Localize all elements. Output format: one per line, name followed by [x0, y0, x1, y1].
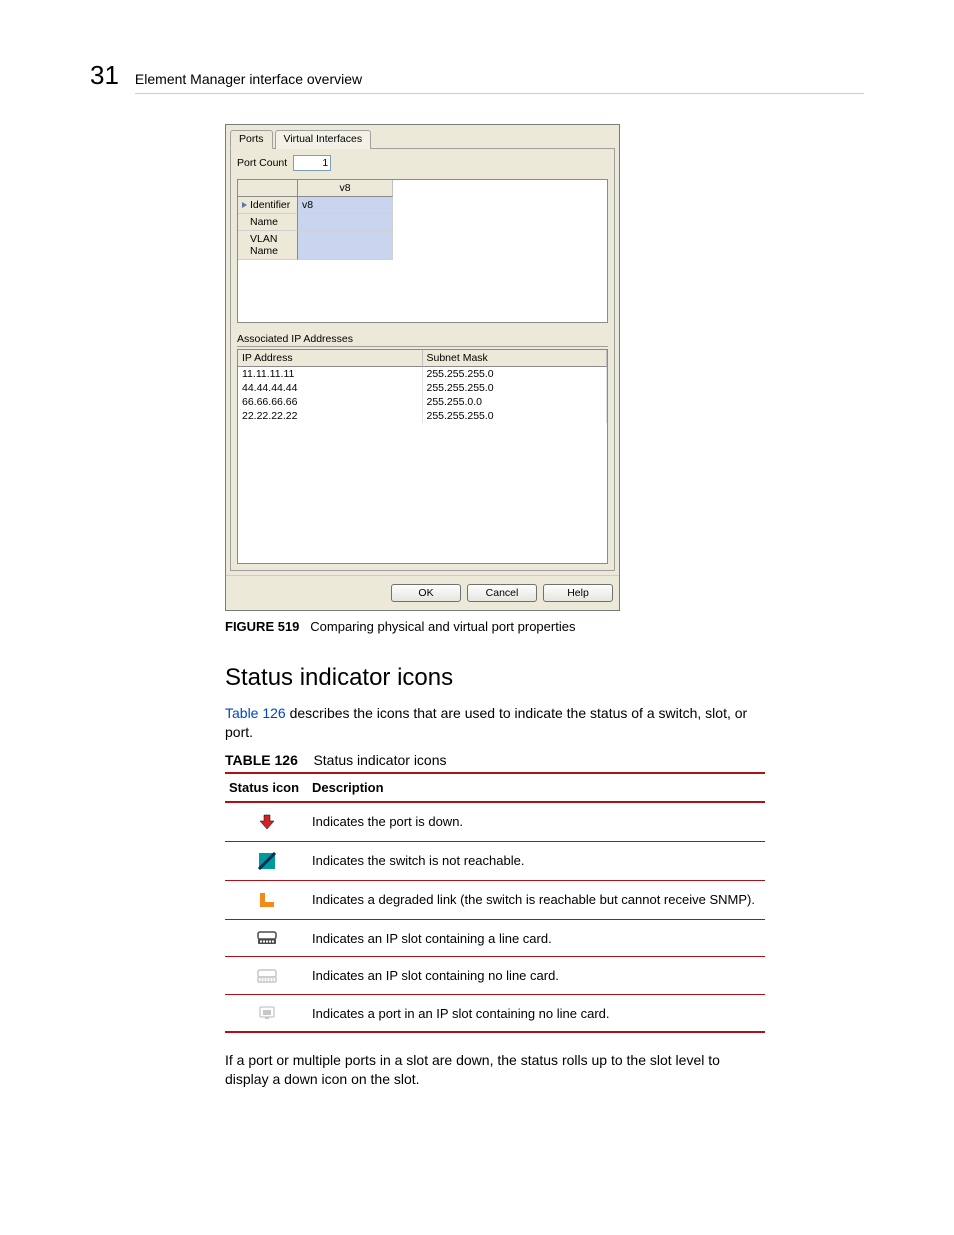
chapter-number: 31: [90, 60, 119, 91]
figure-label: FIGURE 519: [225, 619, 299, 634]
cancel-button[interactable]: Cancel: [467, 584, 537, 602]
help-button[interactable]: Help: [543, 584, 613, 602]
th-description: Description: [308, 773, 765, 802]
ip-cell[interactable]: 22.22.22.22: [238, 409, 423, 423]
mask-cell[interactable]: 255.255.0.0: [423, 395, 608, 409]
ok-button[interactable]: OK: [391, 584, 461, 602]
down-arrow-icon: [258, 813, 276, 831]
desc-cell: Indicates the switch is not reachable.: [308, 841, 765, 880]
figure-caption: Comparing physical and virtual port prop…: [310, 619, 575, 634]
tab-ports[interactable]: Ports: [230, 130, 273, 149]
ip-grid: IP Address Subnet Mask 11.11.11.11 255.2…: [237, 349, 608, 564]
row-val-vlan[interactable]: [298, 231, 393, 260]
associated-ip-title: Associated IP Addresses: [237, 333, 608, 347]
row-label-vlan: VLAN Name: [238, 231, 298, 260]
mask-cell[interactable]: 255.255.255.0: [423, 409, 608, 423]
status-icon-table: Status icon Description Indicates the po…: [225, 772, 765, 1034]
ip-cell[interactable]: 11.11.11.11: [238, 367, 423, 381]
ip-grid-head-mask[interactable]: Subnet Mask: [423, 350, 608, 367]
expand-icon[interactable]: [242, 202, 247, 208]
table-caption: Status indicator icons: [313, 752, 446, 768]
table-label: TABLE 126: [225, 752, 298, 768]
mask-cell[interactable]: 255.255.255.0: [423, 381, 608, 395]
row-val-name[interactable]: [298, 214, 393, 231]
port-no-line-card-icon: [258, 1005, 276, 1021]
outro-text: If a port or multiple ports in a slot ar…: [225, 1051, 765, 1089]
desc-cell: Indicates an IP slot containing a line c…: [308, 919, 765, 957]
ip-grid-head-ip[interactable]: IP Address: [238, 350, 423, 367]
th-status-icon: Status icon: [225, 773, 308, 802]
port-count-input[interactable]: [293, 155, 331, 171]
port-count-label: Port Count: [237, 157, 287, 169]
tab-virtual-interfaces[interactable]: Virtual Interfaces: [275, 130, 372, 149]
section-heading: Status indicator icons: [225, 664, 765, 692]
ip-cell[interactable]: 66.66.66.66: [238, 395, 423, 409]
slot-line-card-icon: [257, 930, 277, 946]
port-grid: v8 Identifier v8 Name VLAN Name: [237, 179, 608, 323]
row-label-identifier: Identifier: [250, 199, 290, 211]
table-link[interactable]: Table 126: [225, 705, 286, 721]
desc-cell: Indicates a port in an IP slot containin…: [308, 994, 765, 1032]
unreachable-icon: [258, 852, 276, 870]
desc-cell: Indicates a degraded link (the switch is…: [308, 880, 765, 919]
dialog-screenshot: Ports Virtual Interfaces Port Count v8: [225, 124, 620, 611]
degraded-link-icon: [258, 891, 276, 909]
row-val-identifier[interactable]: v8: [298, 197, 393, 214]
row-label-name: Name: [238, 214, 298, 231]
port-grid-head-col: v8: [298, 180, 393, 197]
running-head: Element Manager interface overview: [135, 71, 864, 94]
intro-text: describes the icons that are used to ind…: [225, 705, 747, 740]
ip-cell[interactable]: 44.44.44.44: [238, 381, 423, 395]
mask-cell[interactable]: 255.255.255.0: [423, 367, 608, 381]
slot-no-line-card-icon: [257, 968, 277, 984]
desc-cell: Indicates the port is down.: [308, 802, 765, 842]
desc-cell: Indicates an IP slot containing no line …: [308, 957, 765, 995]
